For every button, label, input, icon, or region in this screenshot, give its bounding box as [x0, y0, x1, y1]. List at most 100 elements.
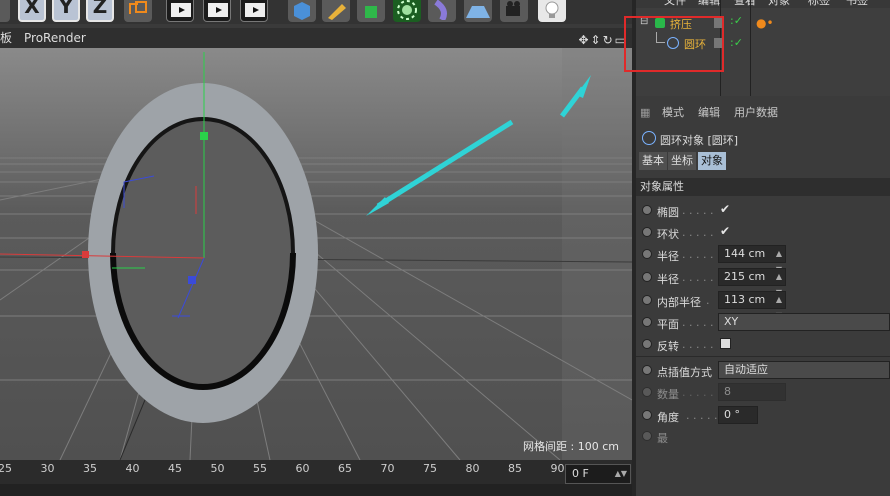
- timeline-tick: 65: [338, 462, 352, 475]
- leader-dots: . . . . .: [682, 338, 714, 351]
- render-settings-button[interactable]: [240, 0, 268, 22]
- param-max-length: 最: [636, 426, 890, 448]
- light-button[interactable]: [538, 0, 566, 22]
- am-menu-edit[interactable]: 编辑: [698, 104, 720, 122]
- coordinate-system-button[interactable]: [124, 0, 152, 22]
- radius-2-field[interactable]: 215 cm▲▼: [718, 268, 786, 297]
- section-object-properties: 对象属性: [636, 178, 890, 196]
- field-value: 113 cm: [724, 293, 766, 306]
- array-button[interactable]: [393, 0, 421, 22]
- angle-field[interactable]: 0 °: [718, 406, 758, 424]
- rotate-view-icon[interactable]: ↻: [603, 33, 615, 47]
- animation-dot[interactable]: [642, 317, 652, 327]
- animation-dot[interactable]: [642, 339, 652, 349]
- count-field[interactable]: 8: [718, 383, 786, 401]
- bend-icon: [434, 0, 447, 22]
- animation-dot[interactable]: [642, 272, 652, 282]
- leader-dots: . . . . .: [682, 386, 714, 399]
- y-axis-handle[interactable]: [200, 132, 208, 140]
- param-label: 半径: [657, 250, 679, 263]
- tab-object[interactable]: 对象: [698, 152, 726, 170]
- timeline-tick: 55: [253, 462, 267, 475]
- render-view-button[interactable]: [166, 0, 194, 22]
- frame-stepper-icon[interactable]: ▲▼: [615, 465, 627, 483]
- om-menu-object[interactable]: 对象: [768, 0, 790, 8]
- param-count: 数量 . . . . . 8: [636, 382, 890, 404]
- pen-spline-button[interactable]: [322, 0, 350, 22]
- highlight-box: [624, 16, 724, 72]
- timeline[interactable]: 25 30 35 40 45 50 55 60 65 70 75 80 85 90: [0, 460, 632, 496]
- am-menu-userdata[interactable]: 用户数据: [734, 104, 778, 122]
- leader-dots: . . . . .: [682, 316, 714, 329]
- radius-1-field[interactable]: 144 cm▲▼: [718, 245, 786, 274]
- om-menu-edit[interactable]: 编辑: [698, 0, 720, 8]
- viewport-3d[interactable]: 网格间距 : 100 cm: [0, 48, 632, 460]
- ellipse-checkbox[interactable]: ✔: [720, 202, 730, 216]
- viewport-scene: [0, 48, 632, 460]
- am-menu-mode[interactable]: 模式: [662, 104, 684, 122]
- zoom-view-icon[interactable]: ⇕: [591, 33, 603, 47]
- animation-dot[interactable]: [642, 227, 652, 237]
- camera-button[interactable]: [500, 0, 528, 22]
- current-frame-value: 0 F: [572, 467, 589, 480]
- viewport-menu-prorender[interactable]: ProRender: [24, 28, 86, 48]
- am-menubar: ▦ 模式 编辑 用户数据: [636, 104, 890, 124]
- animation-dot[interactable]: [642, 249, 652, 259]
- param-interpolation: 点插值方式 自动适应: [636, 360, 890, 382]
- viewport-menu-panel[interactable]: 板: [0, 28, 12, 48]
- enabled-check-icon[interactable]: :✓: [730, 36, 743, 49]
- render-picture-viewer-button[interactable]: [203, 0, 231, 22]
- x-axis-handle[interactable]: [82, 251, 89, 258]
- deformer-button[interactable]: [428, 0, 456, 22]
- dropdown-value: XY: [724, 315, 739, 328]
- clapperboard-play-icon: [208, 3, 228, 17]
- axis-z-label: Z: [92, 0, 108, 18]
- tab-basic[interactable]: 基本: [639, 152, 667, 170]
- light-bulb-icon: [545, 1, 559, 18]
- param-label: 反转: [657, 340, 679, 353]
- om-menu-bookmarks[interactable]: 书签: [846, 0, 868, 8]
- interpolation-dropdown[interactable]: 自动适应: [718, 361, 890, 379]
- am-object-title: 圆环对象 [圆环]: [660, 134, 739, 147]
- animation-dot[interactable]: [642, 365, 652, 375]
- animation-dot[interactable]: [642, 387, 652, 397]
- current-frame-field[interactable]: 0 F ▲▼: [565, 464, 631, 484]
- plane-dropdown[interactable]: XY: [718, 313, 890, 331]
- animation-dot[interactable]: [642, 410, 652, 420]
- enabled-check-icon[interactable]: :✓: [730, 14, 743, 27]
- om-menu-tags[interactable]: 标签: [808, 0, 830, 8]
- reverse-checkbox[interactable]: [720, 338, 731, 349]
- grid-spacing-label: 网格间距 : 100 cm: [523, 440, 619, 453]
- param-label: 数量: [657, 388, 679, 401]
- axis-y-label: Y: [58, 0, 74, 18]
- param-label: 平面: [657, 318, 679, 331]
- animation-dot[interactable]: [642, 295, 652, 305]
- axis-x-label: X: [24, 0, 40, 18]
- nurbs-button[interactable]: [357, 0, 385, 22]
- tab-coord[interactable]: 坐标: [668, 152, 696, 170]
- animation-dot[interactable]: [642, 205, 652, 215]
- timeline-tick: 50: [210, 462, 225, 475]
- object-manager-menubar: 文件 编辑 查看 对象 标签 书签: [636, 0, 890, 8]
- ring-checkbox[interactable]: ✔: [720, 224, 730, 238]
- param-ring: 环状 . . . . . ✔: [636, 222, 890, 244]
- om-menu-file[interactable]: 文件: [664, 0, 686, 8]
- axis-x-lock-button[interactable]: X: [18, 0, 46, 22]
- animation-dot[interactable]: [642, 431, 652, 441]
- z-axis-handle[interactable]: [188, 276, 196, 284]
- leader-dots: . . . . .: [682, 204, 714, 217]
- axis-z-lock-button[interactable]: Z: [86, 0, 114, 22]
- axis-y-lock-button[interactable]: Y: [52, 0, 80, 22]
- cube-object-button[interactable]: [288, 0, 316, 22]
- tag-icon[interactable]: ●•: [756, 16, 774, 30]
- field-value: 215 cm: [724, 270, 766, 283]
- om-menu-view[interactable]: 查看: [734, 0, 756, 8]
- move-view-icon[interactable]: ✥: [578, 33, 590, 47]
- viewport-nav-icons: ✥⇕↻▭: [578, 30, 628, 50]
- inner-radius-field[interactable]: 113 cm▲▼: [718, 291, 786, 320]
- param-ellipse: 椭圆 . . . . . ✔: [636, 200, 890, 222]
- toolbar-button[interactable]: [0, 0, 10, 22]
- timeline-tick: 80: [465, 462, 480, 475]
- om-column-divider: [750, 0, 751, 96]
- floor-button[interactable]: [464, 0, 492, 22]
